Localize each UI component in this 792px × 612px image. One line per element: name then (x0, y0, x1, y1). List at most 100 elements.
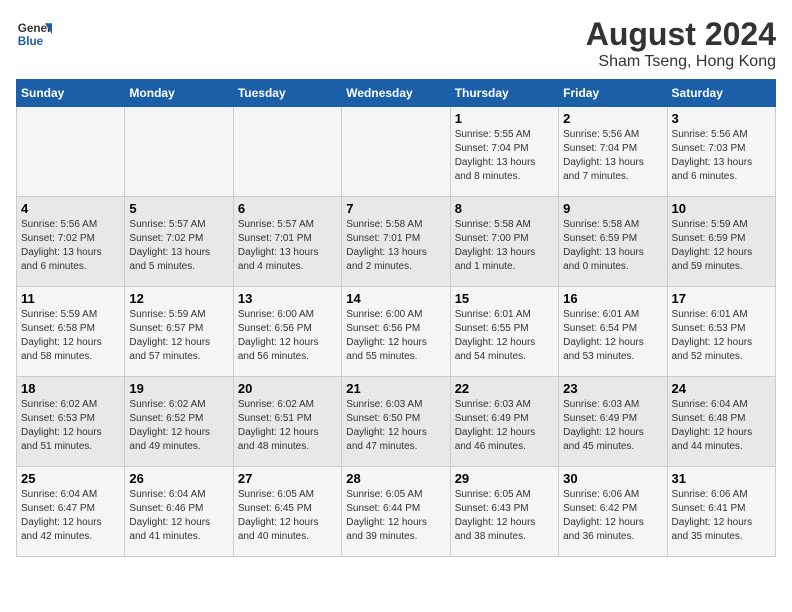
day-cell: 16Sunrise: 6:01 AM Sunset: 6:54 PM Dayli… (559, 287, 667, 377)
logo-icon: General Blue (16, 16, 52, 52)
day-cell: 23 Sunrise: 6:03 AM Sunset: 6:49 PM Dayli… (559, 377, 667, 467)
day-number: 5 (129, 201, 228, 216)
calendar-body: 1 Sunrise: 5:55 AM Sunset: 7:04 PM Daylig… (17, 107, 776, 557)
day-number: 7 (346, 201, 445, 216)
title-block: August 2024 Sham Tseng, Hong Kong (586, 16, 776, 71)
day-number: 13 (238, 291, 337, 306)
header-wednesday: Wednesday (342, 80, 450, 107)
day-cell: 8Sunrise: 5:58 AM Sunset: 7:00 PM Daylig… (450, 197, 558, 287)
day-info: Sunrise: 6:04 AM Sunset: 6:46 PM Dayligh… (129, 488, 228, 544)
day-cell (233, 107, 341, 197)
day-cell: 9 Sunrise: 5:58 AM Sunset: 6:59 PM Daylig… (559, 197, 667, 287)
day-number: 19 (129, 381, 228, 396)
day-info: Sunrise: 6:06 AM Sunset: 6:42 PM Dayligh… (563, 488, 662, 544)
day-cell: 5Sunrise: 5:57 AM Sunset: 7:02 PM Daylig… (125, 197, 233, 287)
header-sunday: Sunday (17, 80, 125, 107)
day-number: 9 (563, 201, 662, 216)
day-cell: 25 Sunrise: 6:04 AM Sunset: 6:47 PM Dayli… (17, 467, 125, 557)
day-number: 15 (455, 291, 554, 306)
day-info: Sunrise: 5:59 AM Sunset: 6:59 PM Dayligh… (672, 218, 771, 274)
day-info: Sunrise: 5:59 AM Sunset: 6:57 PM Dayligh… (129, 308, 228, 364)
day-number: 30 (563, 471, 662, 486)
day-info: Sunrise: 6:02 AM Sunset: 6:52 PM Dayligh… (129, 398, 228, 454)
day-number: 23 (563, 381, 662, 396)
day-info: Sunrise: 6:01 AM Sunset: 6:54 PM Dayligh… (563, 308, 662, 364)
day-number: 1 (455, 111, 554, 126)
day-number: 11 (21, 291, 120, 306)
week-row-2: 11 Sunrise: 5:59 AM Sunset: 6:58 PM Dayli… (17, 287, 776, 377)
day-cell: 10 Sunrise: 5:59 AM Sunset: 6:59 PM Dayli… (667, 197, 775, 287)
day-cell (17, 107, 125, 197)
header-row: SundayMondayTuesdayWednesdayThursdayFrid… (17, 80, 776, 107)
day-info: Sunrise: 6:03 AM Sunset: 6:49 PM Dayligh… (563, 398, 662, 454)
day-cell: 1 Sunrise: 5:55 AM Sunset: 7:04 PM Daylig… (450, 107, 558, 197)
main-title: August 2024 (586, 16, 776, 53)
header-thursday: Thursday (450, 80, 558, 107)
svg-text:Blue: Blue (18, 35, 44, 48)
day-number: 27 (238, 471, 337, 486)
day-cell: 29 Sunrise: 6:05 AM Sunset: 6:43 PM Dayli… (450, 467, 558, 557)
day-cell: 28Sunrise: 6:05 AM Sunset: 6:44 PM Dayli… (342, 467, 450, 557)
day-number: 29 (455, 471, 554, 486)
day-number: 4 (21, 201, 120, 216)
day-cell: 26Sunrise: 6:04 AM Sunset: 6:46 PM Dayli… (125, 467, 233, 557)
week-row-0: 1 Sunrise: 5:55 AM Sunset: 7:04 PM Daylig… (17, 107, 776, 197)
day-cell: 15 Sunrise: 6:01 AM Sunset: 6:55 PM Dayli… (450, 287, 558, 377)
day-cell: 31Sunrise: 6:06 AM Sunset: 6:41 PM Dayli… (667, 467, 775, 557)
day-number: 25 (21, 471, 120, 486)
day-info: Sunrise: 6:01 AM Sunset: 6:53 PM Dayligh… (672, 308, 771, 364)
day-number: 2 (563, 111, 662, 126)
day-cell: 22Sunrise: 6:03 AM Sunset: 6:49 PM Dayli… (450, 377, 558, 467)
day-cell: 13 Sunrise: 6:00 AM Sunset: 6:56 PM Dayli… (233, 287, 341, 377)
day-number: 22 (455, 381, 554, 396)
header-friday: Friday (559, 80, 667, 107)
day-cell: 12 Sunrise: 5:59 AM Sunset: 6:57 PM Dayli… (125, 287, 233, 377)
day-number: 24 (672, 381, 771, 396)
day-info: Sunrise: 6:05 AM Sunset: 6:43 PM Dayligh… (455, 488, 554, 544)
day-cell: 24Sunrise: 6:04 AM Sunset: 6:48 PM Dayli… (667, 377, 775, 467)
week-row-4: 25 Sunrise: 6:04 AM Sunset: 6:47 PM Dayli… (17, 467, 776, 557)
day-number: 3 (672, 111, 771, 126)
day-info: Sunrise: 5:59 AM Sunset: 6:58 PM Dayligh… (21, 308, 120, 364)
day-info: Sunrise: 5:58 AM Sunset: 7:01 PM Dayligh… (346, 218, 445, 274)
header-monday: Monday (125, 80, 233, 107)
day-info: Sunrise: 6:01 AM Sunset: 6:55 PM Dayligh… (455, 308, 554, 364)
day-info: Sunrise: 5:55 AM Sunset: 7:04 PM Dayligh… (455, 128, 554, 184)
subtitle: Sham Tseng, Hong Kong (586, 53, 776, 71)
day-info: Sunrise: 5:58 AM Sunset: 6:59 PM Dayligh… (563, 218, 662, 274)
day-cell: 17Sunrise: 6:01 AM Sunset: 6:53 PM Dayli… (667, 287, 775, 377)
day-cell: 4Sunrise: 5:56 AM Sunset: 7:02 PM Daylig… (17, 197, 125, 287)
day-info: Sunrise: 6:02 AM Sunset: 6:51 PM Dayligh… (238, 398, 337, 454)
day-info: Sunrise: 5:56 AM Sunset: 7:04 PM Dayligh… (563, 128, 662, 184)
day-info: Sunrise: 5:56 AM Sunset: 7:03 PM Dayligh… (672, 128, 771, 184)
day-info: Sunrise: 5:58 AM Sunset: 7:00 PM Dayligh… (455, 218, 554, 274)
day-cell (342, 107, 450, 197)
calendar-table: SundayMondayTuesdayWednesdayThursdayFrid… (16, 79, 776, 557)
day-number: 18 (21, 381, 120, 396)
day-info: Sunrise: 5:57 AM Sunset: 7:01 PM Dayligh… (238, 218, 337, 274)
week-row-1: 4Sunrise: 5:56 AM Sunset: 7:02 PM Daylig… (17, 197, 776, 287)
day-cell: 2 Sunrise: 5:56 AM Sunset: 7:04 PM Daylig… (559, 107, 667, 197)
day-info: Sunrise: 6:00 AM Sunset: 6:56 PM Dayligh… (238, 308, 337, 364)
day-number: 6 (238, 201, 337, 216)
day-cell: 11 Sunrise: 5:59 AM Sunset: 6:58 PM Dayli… (17, 287, 125, 377)
day-cell: 27 Sunrise: 6:05 AM Sunset: 6:45 PM Dayli… (233, 467, 341, 557)
day-cell: 14Sunrise: 6:00 AM Sunset: 6:56 PM Dayli… (342, 287, 450, 377)
day-info: Sunrise: 6:04 AM Sunset: 6:47 PM Dayligh… (21, 488, 120, 544)
day-info: Sunrise: 6:03 AM Sunset: 6:50 PM Dayligh… (346, 398, 445, 454)
header-saturday: Saturday (667, 80, 775, 107)
day-number: 14 (346, 291, 445, 306)
day-cell (125, 107, 233, 197)
day-cell: 21Sunrise: 6:03 AM Sunset: 6:50 PM Dayli… (342, 377, 450, 467)
week-row-3: 18 Sunrise: 6:02 AM Sunset: 6:53 PM Dayli… (17, 377, 776, 467)
day-info: Sunrise: 6:05 AM Sunset: 6:45 PM Dayligh… (238, 488, 337, 544)
day-number: 12 (129, 291, 228, 306)
logo: General Blue (16, 16, 52, 52)
day-info: Sunrise: 6:02 AM Sunset: 6:53 PM Dayligh… (21, 398, 120, 454)
day-number: 10 (672, 201, 771, 216)
day-cell: 18 Sunrise: 6:02 AM Sunset: 6:53 PM Dayli… (17, 377, 125, 467)
day-number: 28 (346, 471, 445, 486)
day-number: 20 (238, 381, 337, 396)
page-header: General Blue August 2024 Sham Tseng, Hon… (16, 16, 776, 71)
header-tuesday: Tuesday (233, 80, 341, 107)
